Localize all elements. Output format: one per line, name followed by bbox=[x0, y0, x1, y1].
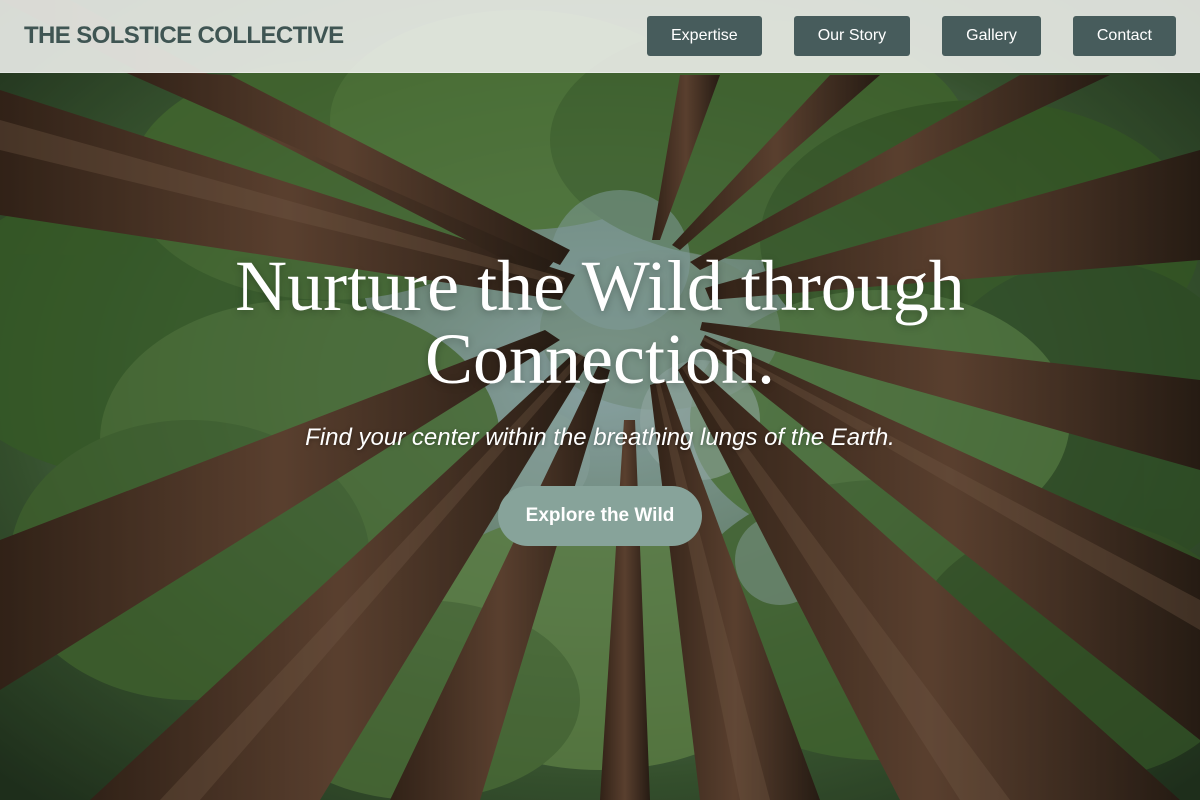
site-header: THE SOLSTICE COLLECTIVE Expertise Our St… bbox=[0, 0, 1200, 73]
nav-button-our-story[interactable]: Our Story bbox=[793, 16, 911, 56]
explore-the-wild-button[interactable]: Explore the Wild bbox=[498, 486, 702, 546]
nav-button-expertise[interactable]: Expertise bbox=[647, 16, 762, 56]
page: THE SOLSTICE COLLECTIVE Expertise Our St… bbox=[0, 0, 1200, 800]
nav-button-contact[interactable]: Contact bbox=[1072, 16, 1176, 56]
main-nav: Expertise Our Story Gallery Contact bbox=[647, 16, 1176, 56]
hero-title: Nurture the Wild through Connection. bbox=[235, 246, 965, 399]
brand-logo-text[interactable]: THE SOLSTICE COLLECTIVE bbox=[24, 22, 344, 50]
nav-button-gallery[interactable]: Gallery bbox=[942, 16, 1041, 56]
hero-subtitle: Find your center within the breathing lu… bbox=[305, 424, 895, 451]
hero-section: Nurture the Wild through Connection. Fin… bbox=[0, 250, 1200, 546]
